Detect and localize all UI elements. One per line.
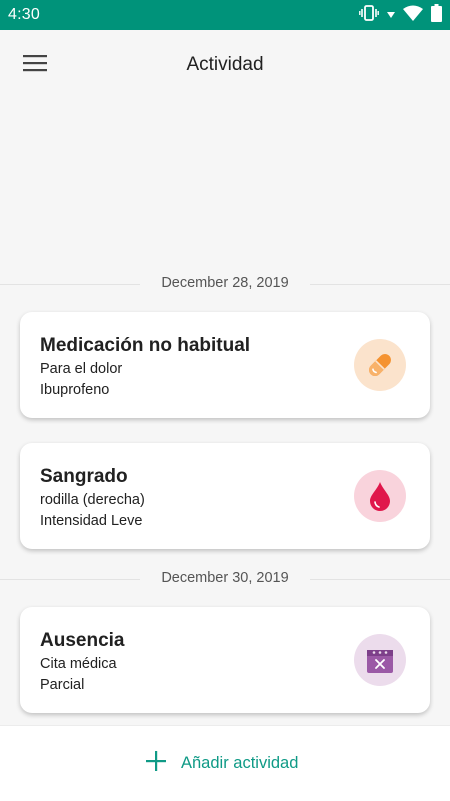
pill-icon xyxy=(354,339,406,391)
status-icons xyxy=(359,3,442,27)
card-detail: Ibuprofeno xyxy=(40,382,110,398)
bottom-bar: Añadir actividad xyxy=(0,725,450,801)
card-subtitle: Para el dolor xyxy=(40,361,123,377)
date-separator: December 28, 2019 xyxy=(0,272,450,296)
card-title: Sangrado xyxy=(40,466,128,487)
card-title: Medicación no habitual xyxy=(40,335,251,356)
blood-drop-icon xyxy=(354,470,406,522)
activity-card-absence[interactable]: Ausencia Cita médica Parcial xyxy=(20,607,430,713)
app-bar: Actividad xyxy=(0,30,450,100)
date-label: December 30, 2019 xyxy=(161,570,289,586)
activity-card-medication[interactable]: Medicación no habitual Para el dolor Ibu… xyxy=(20,312,430,418)
plus-icon xyxy=(145,750,167,777)
card-detail: Parcial xyxy=(40,677,85,693)
battery-icon xyxy=(431,3,442,27)
activity-card-bleeding[interactable]: Sangrado rodilla (derecha) Intensidad Le… xyxy=(20,443,430,549)
vibrate-icon xyxy=(359,4,379,26)
status-time: 4:30 xyxy=(8,6,40,23)
add-activity-button[interactable]: Añadir actividad xyxy=(145,748,298,778)
card-title: Ausencia xyxy=(40,630,125,651)
page-title: Actividad xyxy=(186,54,264,75)
date-label: December 28, 2019 xyxy=(161,275,289,291)
data-arrow-icon xyxy=(387,6,395,24)
wifi-icon xyxy=(403,5,423,26)
add-activity-label: Añadir actividad xyxy=(181,753,299,772)
card-subtitle: Cita médica xyxy=(40,656,117,672)
status-bar: 4:30 xyxy=(0,0,450,30)
date-separator: December 30, 2019 xyxy=(0,567,450,591)
card-subtitle: rodilla (derecha) xyxy=(40,492,145,508)
card-detail: Intensidad Leve xyxy=(40,513,143,529)
calendar-cancel-icon xyxy=(354,634,406,686)
